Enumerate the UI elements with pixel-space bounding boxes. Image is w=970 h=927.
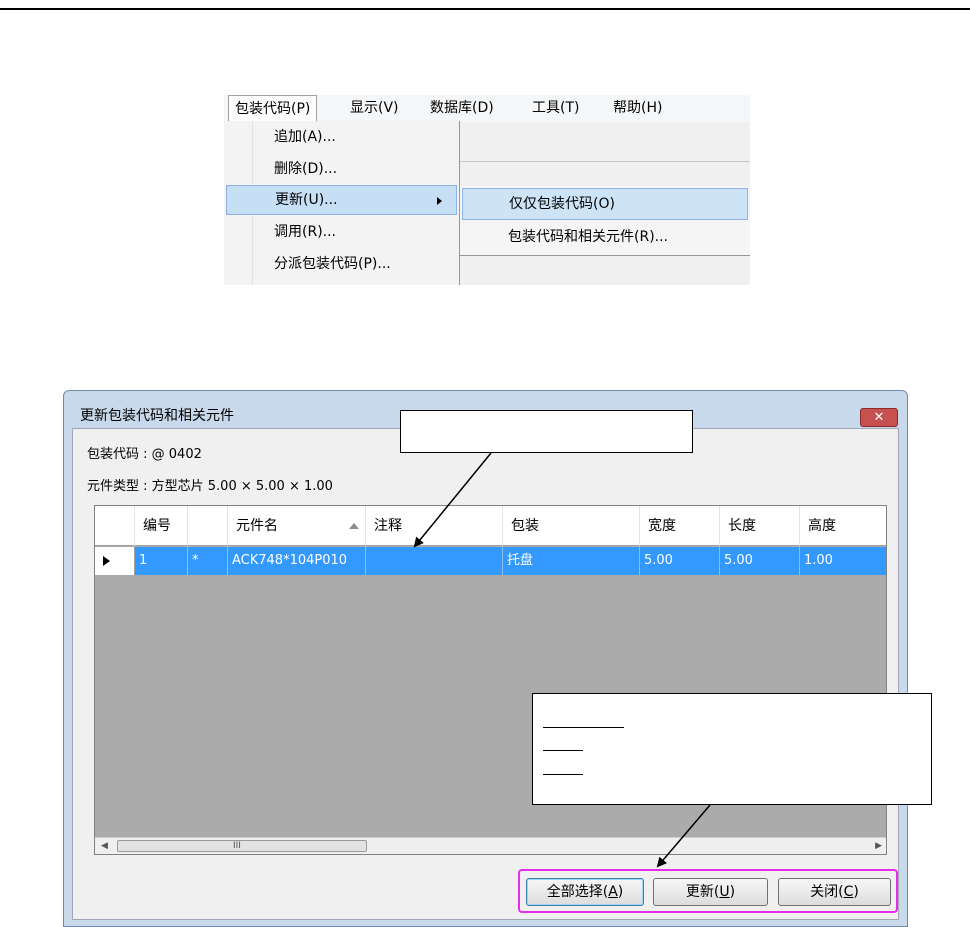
- cell-part-name[interactable]: ACK748*104P010: [228, 547, 366, 575]
- cell-package[interactable]: 托盘: [503, 547, 640, 575]
- paren: ): [853, 884, 859, 900]
- background-line: [459, 161, 750, 162]
- menu-help[interactable]: 帮助(H): [607, 95, 668, 122]
- callout-underline: [543, 774, 583, 775]
- close-icon[interactable]: ✕: [860, 408, 898, 427]
- menu-item-update-label: 更新(U)...: [275, 192, 338, 208]
- callout-underline: [543, 727, 624, 728]
- component-type-label: 元件类型 : 方型芯片 5.00 × 5.00 × 1.00: [87, 479, 333, 494]
- close-button[interactable]: 关闭(C): [778, 878, 891, 906]
- menu-item-assign[interactable]: 分派包装代码(P)...: [226, 249, 457, 279]
- cell-flag[interactable]: *: [188, 547, 228, 575]
- menu-item-recall[interactable]: 调用(R)...: [226, 217, 457, 247]
- dropdown-menu: 追加(A)... 删除(D)... 更新(U)... 调用(R)... 分派包装…: [224, 121, 460, 285]
- table-row[interactable]: 1 * ACK748*104P010 托盘 5.00 5.00 1.00: [95, 547, 886, 575]
- menubar: 包装代码(P) 显示(V) 数据库(D) 工具(T) 帮助(H): [224, 95, 750, 122]
- row-header-corner: [95, 506, 135, 546]
- col-flag[interactable]: [188, 506, 228, 546]
- update-button[interactable]: 更新(U): [653, 878, 768, 906]
- col-package[interactable]: 包装: [503, 506, 640, 546]
- horizontal-scrollbar[interactable]: ◀ III ▶: [95, 837, 886, 854]
- top-divider: [0, 8, 970, 10]
- scroll-grip: III: [233, 841, 241, 851]
- menu-database[interactable]: 数据库(D): [424, 95, 500, 122]
- menu-screenshot: 包装代码(P) 显示(V) 数据库(D) 工具(T) 帮助(H) 追加(A)..…: [224, 95, 750, 285]
- dialog-body: 包装代码 : @ 0402 元件类型 : 方型芯片 5.00 × 5.00 × …: [72, 428, 899, 920]
- col-comment[interactable]: 注释: [366, 506, 503, 546]
- menu-item-delete[interactable]: 删除(D)...: [226, 154, 457, 184]
- submenu-item-code-and-parts[interactable]: 包装代码和相关元件(R)...: [462, 221, 748, 253]
- menu-tools[interactable]: 工具(T): [526, 95, 585, 122]
- scroll-right-icon[interactable]: ▶: [875, 841, 882, 851]
- scroll-thumb[interactable]: III: [117, 840, 367, 852]
- menu-item-update[interactable]: 更新(U)...: [226, 185, 457, 215]
- cell-height[interactable]: 1.00: [800, 547, 886, 575]
- col-number[interactable]: 编号: [135, 506, 188, 546]
- update-key: U: [719, 884, 730, 900]
- col-height[interactable]: 高度: [800, 506, 886, 546]
- sort-ascending-icon: [349, 523, 359, 529]
- callout-comment: [400, 410, 693, 453]
- select-all-key: A: [608, 884, 618, 900]
- close-key: C: [843, 884, 854, 900]
- cell-comment[interactable]: [366, 547, 503, 575]
- select-all-label: 全部选择(: [546, 884, 609, 900]
- submenu-arrow-icon: [437, 197, 442, 205]
- submenu-item-code-only[interactable]: 仅仅包装代码(O): [462, 188, 748, 220]
- update-dialog: 更新包装代码和相关元件 ✕ 包装代码 : @ 0402 元件类型 : 方型芯片 …: [63, 390, 908, 927]
- select-all-button[interactable]: 全部选择(A): [526, 878, 644, 906]
- scroll-left-icon[interactable]: ◀: [101, 841, 108, 851]
- paren: ): [617, 884, 624, 900]
- close-label: 关闭(: [810, 884, 844, 900]
- menu-item-add[interactable]: 追加(A)...: [226, 122, 457, 152]
- row-selector[interactable]: [95, 547, 135, 575]
- paren: ): [729, 884, 736, 900]
- cell-length[interactable]: 5.00: [720, 547, 800, 575]
- col-width[interactable]: 宽度: [640, 506, 720, 546]
- cell-width[interactable]: 5.00: [640, 547, 720, 575]
- callout-buttons: [532, 693, 932, 805]
- col-length[interactable]: 长度: [720, 506, 800, 546]
- button-highlight-frame: 全部选择(A) 更新(U) 关闭(C): [518, 869, 898, 913]
- package-code-label: 包装代码 : @ 0402: [87, 447, 202, 462]
- callout-underline: [543, 750, 583, 751]
- grid-header: 编号 元件名 注释 包装 宽度 长度 高度: [95, 506, 886, 546]
- col-part-name[interactable]: 元件名: [228, 506, 366, 546]
- cell-number[interactable]: 1: [135, 547, 188, 575]
- col-part-name-label: 元件名: [236, 518, 278, 534]
- dialog-title: 更新包装代码和相关元件: [80, 408, 234, 424]
- update-label: 更新(: [685, 884, 720, 900]
- menu-view[interactable]: 显示(V): [344, 95, 405, 122]
- update-submenu: 仅仅包装代码(O) 包装代码和相关元件(R)...: [460, 186, 750, 256]
- menu-package-code[interactable]: 包装代码(P): [228, 95, 318, 122]
- row-pointer-icon: [103, 556, 110, 566]
